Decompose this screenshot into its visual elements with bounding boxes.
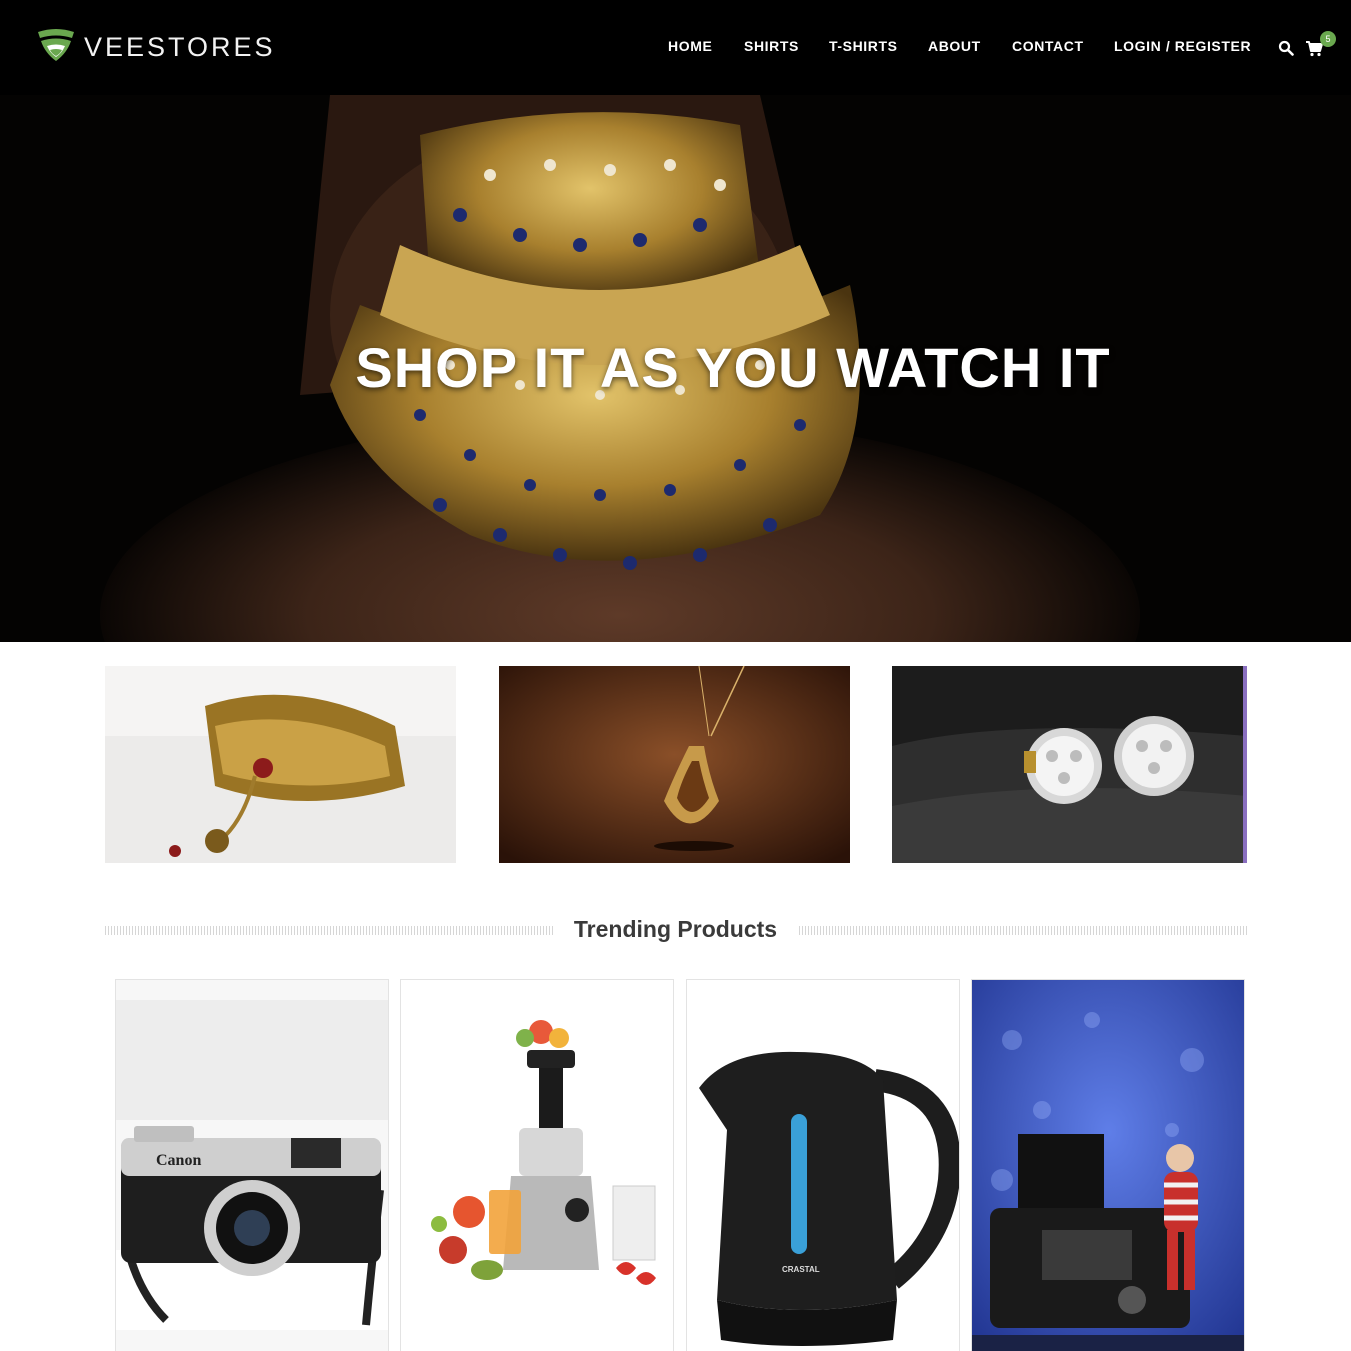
- hero-banner[interactable]: SHOP IT AS YOU WATCH IT: [0, 95, 1351, 642]
- trending-divider-right: [799, 926, 1247, 935]
- category-banner-choker[interactable]: [105, 666, 456, 863]
- product-image-kettle: CRASTAL: [687, 980, 959, 1351]
- product-card-juicer[interactable]: [400, 979, 674, 1351]
- product-card-kettle[interactable]: CRASTAL: [686, 979, 960, 1351]
- nav-shirts[interactable]: SHIRTS: [744, 38, 799, 54]
- cart-button[interactable]: 5: [1306, 31, 1336, 60]
- svg-text:Canon: Canon: [156, 1152, 201, 1169]
- product-image-juicer: [401, 980, 673, 1351]
- nav-contact[interactable]: CONTACT: [1012, 38, 1084, 54]
- category-image-pendant: [499, 666, 850, 863]
- nav-login-register[interactable]: LOGIN / REGISTER: [1114, 38, 1251, 54]
- brand-name: VEESTORES: [84, 31, 276, 62]
- product-image-camera: Canon: [116, 980, 388, 1351]
- cart-count-badge: 5: [1320, 31, 1336, 47]
- product-image-camera-doll: [972, 980, 1244, 1351]
- site-header: VEESTORES HOME SHIRTS T-SHIRTS ABOUT CON…: [0, 0, 1351, 95]
- hero-title: SHOP IT AS YOU WATCH IT: [355, 336, 1111, 399]
- category-banner-pendant[interactable]: [499, 666, 850, 863]
- nav-home[interactable]: HOME: [668, 38, 712, 54]
- product-card-camera-doll[interactable]: [971, 979, 1245, 1351]
- nav-t-shirts[interactable]: T-SHIRTS: [829, 38, 898, 54]
- category-image-choker: [105, 666, 456, 863]
- search-icon[interactable]: [1278, 40, 1294, 56]
- category-banner-earrings[interactable]: [892, 666, 1247, 863]
- svg-text:CRASTAL: CRASTAL: [782, 1265, 820, 1274]
- nav-about[interactable]: ABOUT: [928, 38, 981, 54]
- category-image-earrings: [892, 666, 1247, 863]
- brand-logo[interactable]: VEESTORES: [36, 28, 276, 66]
- shield-logo-icon: [38, 29, 74, 61]
- product-card-camera[interactable]: Canon: [115, 979, 389, 1351]
